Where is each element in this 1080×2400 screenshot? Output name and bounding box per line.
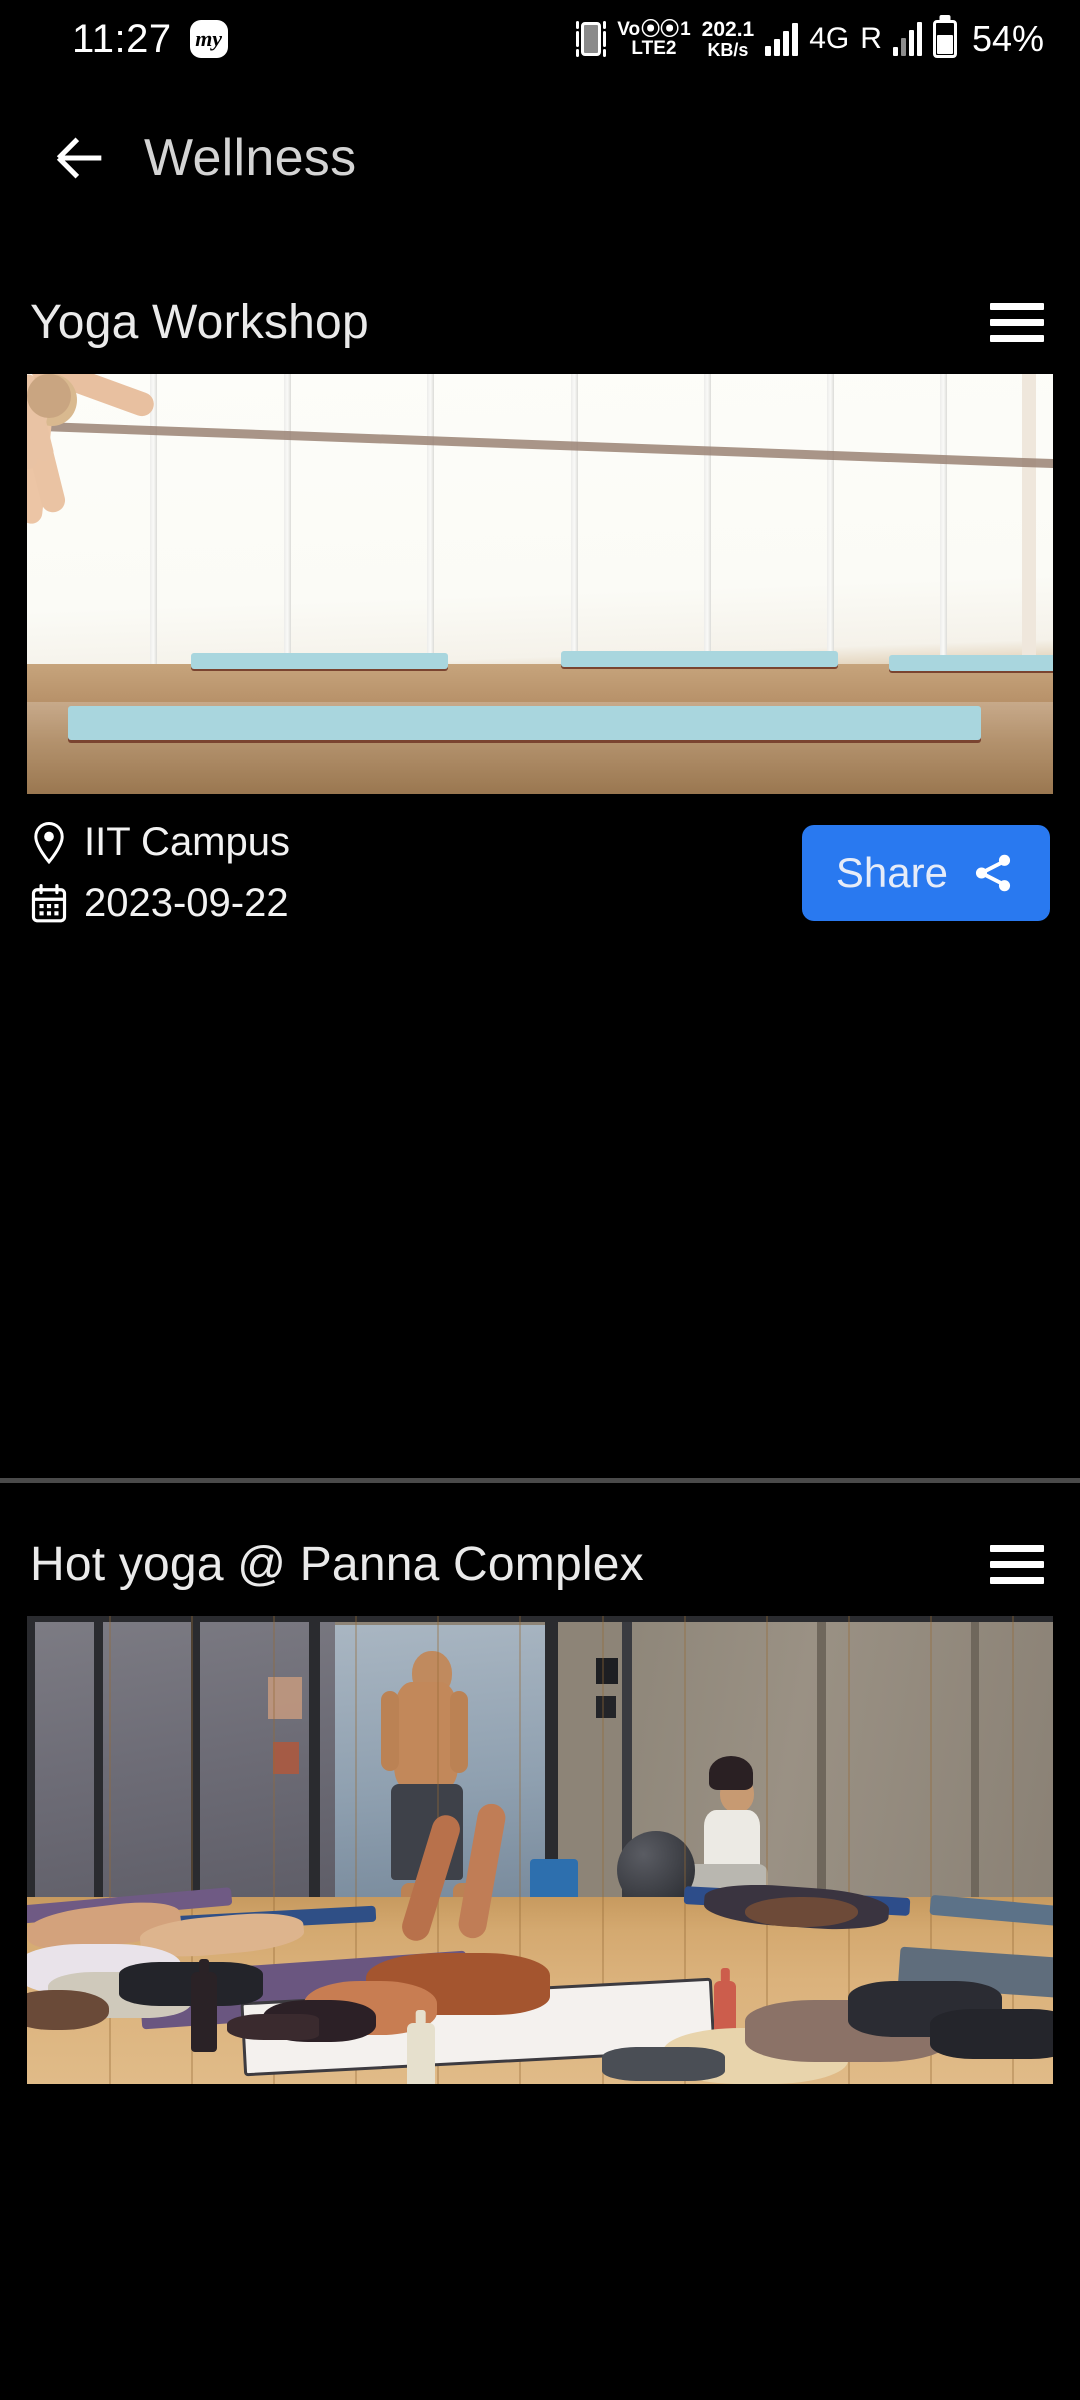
- status-bar: 11:27 my Vo ⦿⦿ 1 LTE2 202.1 KB/s 4G R 54…: [0, 0, 1080, 78]
- hamburger-menu-icon[interactable]: [990, 1544, 1044, 1584]
- my-app-icon: my: [189, 20, 228, 58]
- net-speed-unit: KB/s: [707, 39, 749, 60]
- battery-percent: 54%: [971, 18, 1044, 59]
- volte-indicator: Vo ⦿⦿ 1 LTE2: [617, 18, 691, 59]
- water-bottle: [191, 1971, 218, 2052]
- card-title: Hot yoga @ Panna Complex: [30, 1537, 644, 1591]
- event-image-hot-yoga: [27, 1616, 1053, 2084]
- status-bar-left: 11:27 my: [72, 19, 228, 59]
- app-bar: Wellness: [0, 102, 1080, 214]
- vibrate-icon: [576, 21, 607, 57]
- water-bottle: [406, 2023, 435, 2084]
- status-bar-right: Vo ⦿⦿ 1 LTE2 202.1 KB/s 4G R 54%: [576, 18, 1044, 60]
- page-title: Wellness: [144, 129, 357, 187]
- event-image-yoga-workshop: [27, 374, 1053, 794]
- event-meta-row: IIT Campus 2023-09-22 Share: [0, 794, 1080, 926]
- lying-student: [745, 1896, 859, 1927]
- event-card-hot-yoga: Hot yoga @ Panna Complex: [0, 1512, 1080, 2084]
- card-header: Yoga Workshop: [0, 270, 1080, 374]
- card-title: Yoga Workshop: [30, 295, 369, 349]
- location-pin-icon: [34, 821, 64, 864]
- volte-line2: LTE2: [631, 38, 677, 59]
- phone-screen: 11:27 my Vo ⦿⦿ 1 LTE2 202.1 KB/s 4G R 54…: [0, 0, 1080, 2400]
- signal-bars-2-icon: [892, 22, 922, 56]
- volte-sim1: 1: [680, 18, 691, 40]
- back-button[interactable]: [32, 126, 128, 190]
- signal-bars-icon: [765, 22, 799, 56]
- card-divider: [0, 1478, 1080, 1483]
- event-location-row: IIT Campus: [30, 820, 290, 865]
- roaming-label: R: [860, 22, 882, 55]
- net-speed-value: 202.1: [701, 18, 755, 42]
- event-location-label: IIT Campus: [84, 820, 290, 864]
- event-meta-lines: IIT Campus 2023-09-22: [30, 820, 290, 926]
- net-speed-indicator: 202.1 KB/s: [702, 19, 755, 59]
- event-date-row: 2023-09-22: [30, 881, 290, 926]
- battery-icon: [932, 20, 957, 58]
- share-button[interactable]: Share: [801, 825, 1050, 921]
- arrow-left-icon: [56, 137, 102, 179]
- network-type-label: 4G: [809, 22, 850, 55]
- volte-prefix: Vo: [617, 18, 641, 40]
- event-date-label: 2023-09-22: [84, 881, 289, 925]
- hamburger-menu-icon[interactable]: [990, 302, 1044, 342]
- share-button-label: Share: [835, 849, 948, 896]
- card-header: Hot yoga @ Panna Complex: [0, 1512, 1080, 1616]
- share-icon: [975, 854, 1011, 892]
- volte-arc-icon: ⦿⦿: [641, 18, 680, 40]
- status-time: 11:27: [72, 17, 172, 61]
- studio-window-grid: [27, 374, 1053, 681]
- calendar-icon: [31, 883, 67, 922]
- event-card-yoga-workshop: Yoga Workshop IIT Campus 2023-09-22 Shar…: [0, 270, 1080, 926]
